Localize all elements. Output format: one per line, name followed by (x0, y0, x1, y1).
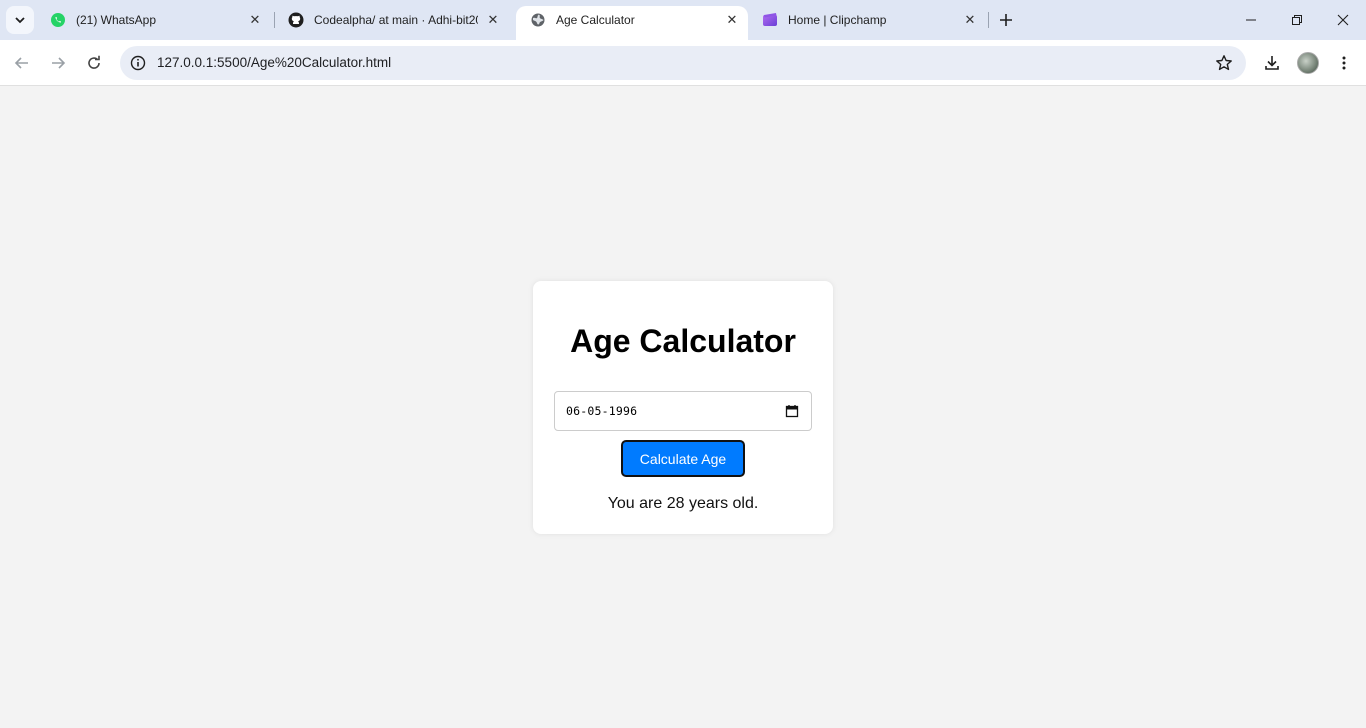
close-tab-icon[interactable]: ✕ (485, 12, 501, 28)
github-icon (288, 12, 304, 28)
browser-toolbar: 127.0.0.1:5500/Age%20Calculator.html (0, 40, 1366, 86)
close-tab-icon[interactable]: ✕ (962, 12, 978, 28)
reload-icon (88, 55, 100, 69)
address-bar[interactable]: 127.0.0.1:5500/Age%20Calculator.html (120, 46, 1246, 80)
close-tab-icon[interactable]: ✕ (724, 12, 740, 28)
forward-button[interactable] (44, 49, 72, 77)
minimize-icon (1246, 19, 1256, 21)
downloads-button[interactable] (1258, 49, 1286, 77)
url-text[interactable]: 127.0.0.1:5500/Age%20Calculator.html (157, 55, 391, 70)
arrow-left-icon (14, 57, 28, 69)
date-value[interactable]: 06-05-1996 (566, 404, 637, 418)
tab-whatsapp[interactable]: (21) WhatsApp ✕ (36, 0, 272, 40)
restore-icon (1292, 15, 1302, 25)
tab-separator (988, 12, 989, 28)
minimize-button[interactable] (1228, 0, 1274, 40)
calendar-icon[interactable] (785, 404, 799, 418)
bookmark-star-icon[interactable] (1214, 53, 1234, 73)
tab-strip: (21) WhatsApp ✕ Codealpha/ at main · Adh… (0, 0, 1366, 40)
new-tab-button[interactable] (994, 8, 1018, 32)
page-title: Age Calculator (570, 323, 796, 359)
site-info-icon[interactable] (128, 53, 148, 73)
tab-title: Codealpha/ at main · Adhi-bit20 (314, 13, 478, 27)
calculate-age-button[interactable]: Calculate Age (621, 440, 745, 477)
download-icon (1265, 56, 1279, 70)
close-window-button[interactable] (1320, 0, 1366, 40)
age-result-text: You are 28 years old. (607, 495, 759, 512)
tab-clipchamp[interactable]: Home | Clipchamp ✕ (748, 0, 986, 40)
close-icon (1337, 14, 1349, 26)
tab-age-calculator[interactable]: Age Calculator ✕ (516, 6, 748, 40)
tab-title: (21) WhatsApp (76, 13, 157, 27)
globe-icon (530, 12, 546, 28)
birth-date-input[interactable]: 06-05-1996 (554, 391, 812, 431)
arrow-right-icon (52, 57, 66, 69)
back-button[interactable] (8, 49, 36, 77)
whatsapp-icon (50, 12, 66, 28)
restore-button[interactable] (1274, 0, 1320, 40)
plus-icon (1000, 14, 1012, 26)
tab-title: Home | Clipchamp (788, 13, 887, 27)
tab-title: Age Calculator (556, 13, 635, 27)
calculator-card: Age Calculator 06-05-1996 Calculate Age … (533, 281, 833, 534)
tab-github[interactable]: Codealpha/ at main · Adhi-bit20 ✕ (274, 0, 510, 40)
menu-button[interactable] (1330, 49, 1358, 77)
reload-button[interactable] (80, 49, 108, 77)
tab-search-button[interactable] (6, 6, 34, 34)
more-vertical-icon (1342, 56, 1346, 70)
close-tab-icon[interactable]: ✕ (247, 12, 263, 28)
profile-avatar[interactable] (1297, 52, 1319, 74)
clipchamp-icon (762, 12, 778, 28)
chevron-down-icon (15, 17, 25, 24)
